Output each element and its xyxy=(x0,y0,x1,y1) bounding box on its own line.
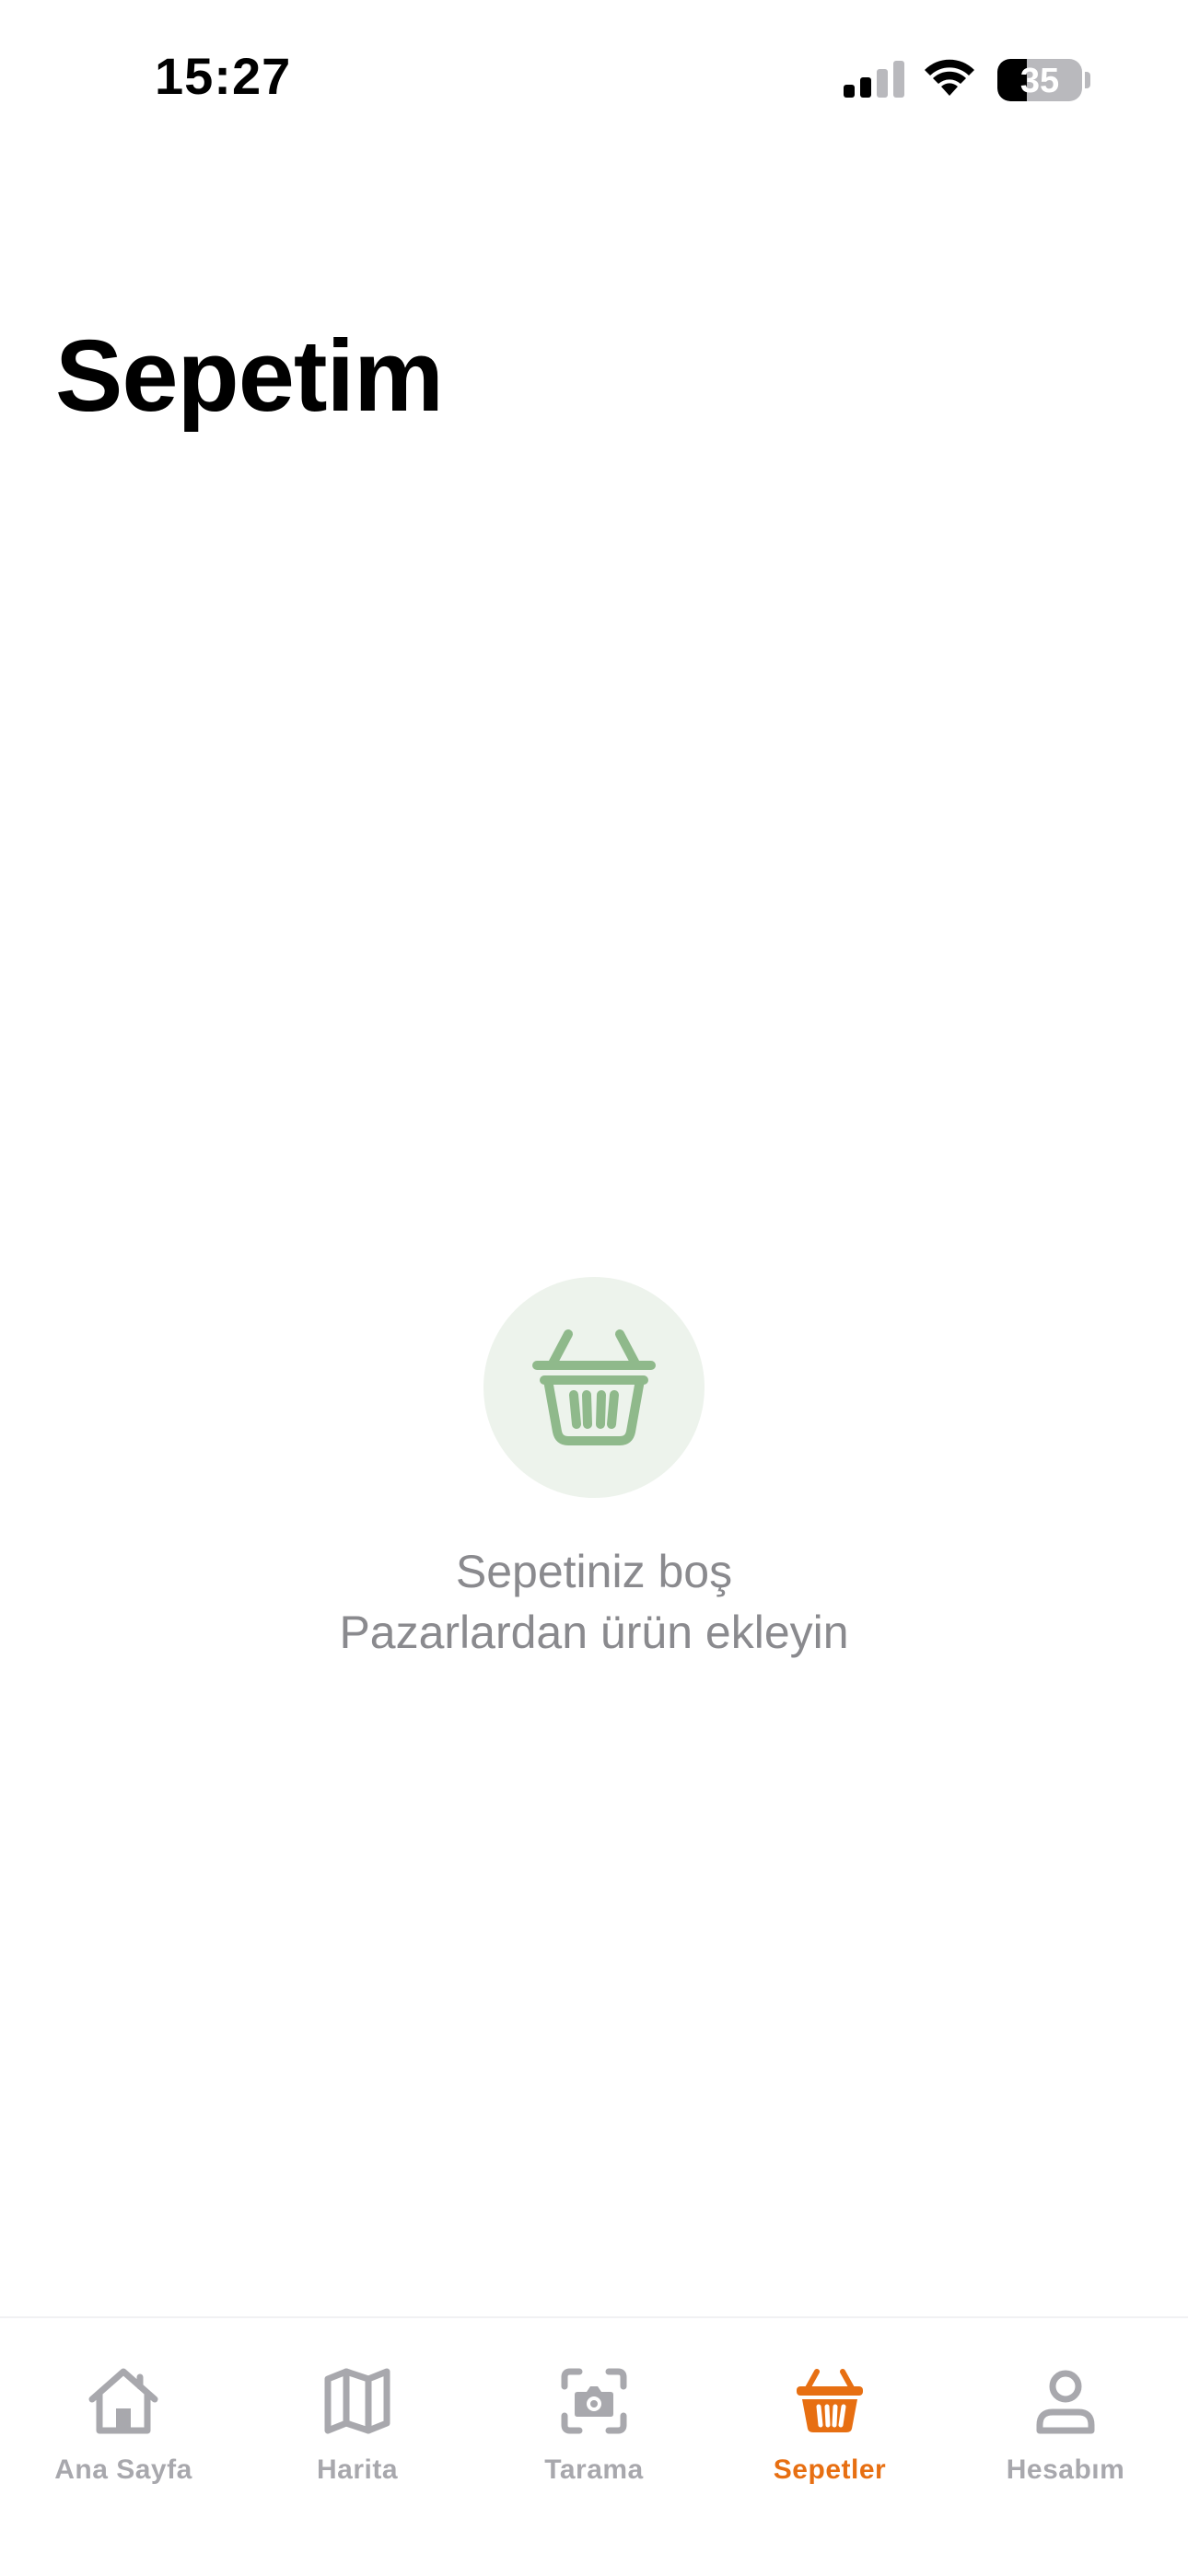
basket-icon xyxy=(797,2369,863,2432)
basket-icon xyxy=(532,1329,656,1445)
tab-label-account: Hesabım xyxy=(1006,2454,1125,2485)
tab-label-baskets: Sepetler xyxy=(773,2454,887,2485)
home-indicator[interactable] xyxy=(433,2537,755,2550)
tab-scan[interactable]: Tarama xyxy=(475,2346,713,2493)
tab-account[interactable]: Hesabım xyxy=(947,2346,1184,2493)
tab-label-home: Ana Sayfa xyxy=(54,2454,192,2485)
tab-baskets[interactable]: Sepetler xyxy=(711,2346,949,2493)
tab-label-map: Harita xyxy=(316,2454,399,2485)
status-bar: 15:27 35 xyxy=(0,0,1188,157)
home-icon xyxy=(88,2368,158,2434)
empty-state-subtitle: Pazarlardan ürün ekleyin xyxy=(339,1607,849,1658)
camera-scan-icon xyxy=(561,2368,627,2434)
battery-cap xyxy=(1085,72,1090,88)
empty-state-title: Sepetiniz boş xyxy=(455,1546,733,1597)
map-icon xyxy=(324,2368,390,2434)
cellular-signal-icon xyxy=(844,61,904,98)
battery-level: 35 xyxy=(1019,62,1060,100)
tab-map[interactable]: Harita xyxy=(239,2346,476,2493)
status-time: 15:27 xyxy=(155,47,292,105)
page-title: Sepetim xyxy=(55,319,444,433)
tab-label-scan: Tarama xyxy=(544,2454,644,2485)
person-icon xyxy=(1036,2370,1095,2434)
empty-basket-badge xyxy=(483,1277,705,1498)
wifi-icon xyxy=(925,59,974,96)
tab-home[interactable]: Ana Sayfa xyxy=(5,2346,242,2493)
battery-indicator: 35 xyxy=(997,59,1082,101)
